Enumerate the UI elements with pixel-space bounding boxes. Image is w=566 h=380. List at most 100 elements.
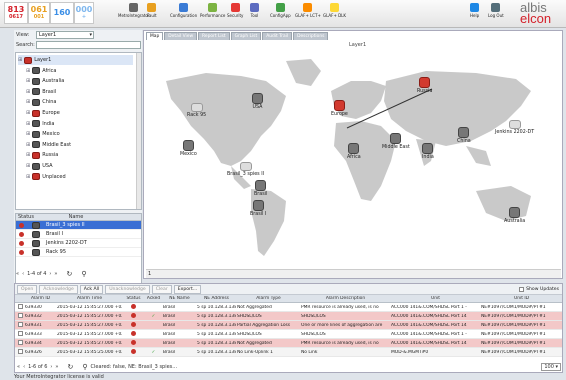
map-tab[interactable]: Descriptions — [293, 32, 329, 40]
page-size-select[interactable]: 100 ▾ — [541, 362, 561, 371]
next-page-icon[interactable]: › — [49, 271, 51, 277]
alarm-row[interactable]: 639333 2015-03-12 15:45:27.000 +0200 Brasi… — [15, 330, 562, 339]
toolbar-button[interactable]: Help — [470, 3, 479, 18]
alarm-column-header[interactable]: Alarm Description — [300, 296, 390, 301]
map-node[interactable]: Rack 95 — [187, 103, 206, 118]
alarm-counter-warning[interactable]: 000 + — [74, 2, 94, 24]
tree-node[interactable]: ⊞ Africa — [26, 66, 56, 76]
search-input[interactable] — [36, 41, 141, 49]
node-list-row[interactable]: Brasil I — [16, 230, 141, 239]
expand-icon[interactable]: ⊞ — [26, 121, 30, 127]
expand-icon[interactable]: ⊞ — [26, 78, 30, 84]
toolbar-button[interactable]: Log Out — [488, 3, 504, 18]
alarm-column-header[interactable]: NE Name — [162, 296, 196, 301]
toolbar-button[interactable]: ConfigApp — [270, 3, 291, 18]
alarm-row[interactable]: 639330 2015-03-12 15:45:27.000 +0200 Brasi… — [15, 303, 562, 312]
map-node[interactable]: Middle East — [382, 133, 410, 150]
tree-node[interactable]: ⊞ USA — [26, 161, 53, 171]
expand-icon[interactable]: ⊞ — [26, 152, 30, 158]
map-node[interactable]: Europe — [331, 100, 348, 117]
alarm-row[interactable]: 639331 2015-03-12 15:45:27.000 +0200 Brasi… — [15, 321, 562, 330]
tree-node[interactable]: ⊞ Australia — [26, 76, 64, 86]
toolbar-button[interactable]: Security — [227, 3, 243, 18]
tree-node[interactable]: ⊞ India — [26, 119, 54, 129]
col-status[interactable]: Status — [16, 214, 34, 220]
row-checkbox[interactable] — [18, 312, 23, 318]
map-node[interactable]: Australia — [504, 207, 525, 224]
alarm-refresh-icon[interactable]: ↻ — [67, 363, 73, 371]
tree-node[interactable]: ⊞ Unplaced — [26, 172, 66, 182]
world-map[interactable] — [146, 51, 561, 269]
map-tab[interactable]: Audit Trail — [262, 32, 293, 40]
row-checkbox[interactable] — [18, 330, 23, 336]
tree-node[interactable]: ⊞ Brasil — [26, 87, 56, 97]
map-node[interactable]: India — [422, 143, 434, 160]
show-updates-checkbox[interactable] — [519, 286, 525, 292]
refresh-icon[interactable]: ↻ — [66, 270, 72, 278]
expand-icon[interactable]: ⊞ — [26, 174, 30, 180]
toolbar-button[interactable]: Configuration — [170, 3, 197, 18]
alarm-prev-page-icon[interactable]: ‹ — [23, 364, 25, 370]
node-list-row[interactable]: Jenkins 2202-DT — [16, 239, 141, 248]
alarm-column-header[interactable]: NE Address — [196, 296, 236, 301]
alarm-column-header[interactable]: Status — [122, 296, 144, 301]
alarm-action-button[interactable]: Open — [17, 284, 38, 294]
alarm-counter-major[interactable]: 061 001 — [28, 2, 50, 24]
map-tab[interactable]: Report List — [198, 32, 230, 40]
alarm-column-header[interactable]: Alarm Time — [56, 296, 122, 301]
map-node[interactable]: USA — [252, 93, 263, 110]
alarm-filter-icon[interactable]: ⚲ — [82, 363, 87, 371]
tree-node[interactable]: ⊞ China — [26, 97, 57, 107]
map-node[interactable]: Jenkins 2202-DT — [495, 120, 534, 135]
row-checkbox[interactable] — [18, 348, 23, 354]
alarm-column-header[interactable]: Unit — [390, 296, 480, 301]
node-list-row[interactable]: Rack 95 — [16, 248, 141, 257]
last-page-icon[interactable]: » — [54, 271, 57, 277]
prev-page-icon[interactable]: ‹ — [22, 271, 24, 277]
alarm-first-page-icon[interactable]: « — [17, 364, 20, 370]
row-checkbox[interactable] — [18, 303, 23, 309]
expand-icon[interactable]: ⊞ — [18, 57, 22, 63]
tree-node[interactable]: ⊞ Europe — [26, 108, 60, 118]
alarm-action-button[interactable]: Unacknowledge — [105, 284, 150, 294]
alarm-row[interactable]: 639334 2015-03-12 15:45:27.000 +0200 Brasi… — [15, 339, 562, 348]
map-node[interactable]: Brasil_3 spies II — [227, 162, 264, 177]
alarm-last-page-icon[interactable]: » — [55, 364, 58, 370]
alarm-column-header[interactable]: Unit ID — [480, 296, 562, 301]
alarm-column-header[interactable]: Alarm Type — [236, 296, 300, 301]
alarm-column-header[interactable]: Alarm ID — [24, 296, 56, 301]
alarm-row[interactable]: 639332 2015-03-12 15:45:27.000 +0200 ✓ Bras… — [15, 312, 562, 321]
view-select[interactable]: Layer1 ▾ — [36, 31, 94, 39]
first-page-icon[interactable]: « — [16, 271, 19, 277]
map-node[interactable]: Brasil — [254, 180, 267, 197]
col-name[interactable]: Name — [46, 214, 106, 220]
toolbar-button[interactable]: GLAF+ LCT+ — [295, 3, 321, 18]
map-tab[interactable]: Map — [146, 32, 164, 40]
alarm-next-page-icon[interactable]: › — [50, 364, 52, 370]
alarm-action-button[interactable]: Ack All — [79, 284, 104, 294]
alarm-counter-critical[interactable]: 813 0617 — [4, 2, 28, 24]
tree-node[interactable]: ⊞ Russia — [26, 150, 58, 160]
alarm-action-button[interactable]: Export... — [173, 284, 202, 294]
alarm-column-header[interactable]: Acked — [144, 296, 162, 301]
row-checkbox[interactable] — [18, 339, 23, 345]
toolbar-button[interactable]: Performance — [200, 3, 225, 18]
expand-icon[interactable]: ⊞ — [26, 163, 30, 169]
alarm-row[interactable]: 639326 2015-03-12 15:45:25.000 +0200 ✓ Bras… — [15, 348, 562, 357]
toolbar-button[interactable]: Tool — [250, 3, 259, 18]
alarm-action-button[interactable]: Acknowledge — [39, 284, 78, 294]
map-node[interactable]: Mexico — [180, 140, 197, 157]
search-icon[interactable]: ⚲ — [81, 270, 86, 278]
expand-icon[interactable]: ⊞ — [26, 99, 30, 105]
toolbar-button[interactable]: Fault — [147, 3, 157, 18]
toolbar-button[interactable]: MetroIntegrator — [118, 3, 150, 18]
expand-icon[interactable]: ⊞ — [26, 89, 30, 95]
show-updates[interactable]: Show Updates — [517, 286, 559, 292]
expand-icon[interactable]: ⊞ — [26, 142, 30, 148]
expand-icon[interactable]: ⊞ — [26, 110, 30, 116]
map-tab[interactable]: Graph List — [230, 32, 262, 40]
map-node[interactable]: Africa — [347, 143, 361, 160]
row-checkbox[interactable] — [18, 321, 23, 327]
alarm-counter-minor[interactable]: 160 — [50, 2, 74, 24]
tree-scrollbar[interactable] — [136, 53, 141, 209]
